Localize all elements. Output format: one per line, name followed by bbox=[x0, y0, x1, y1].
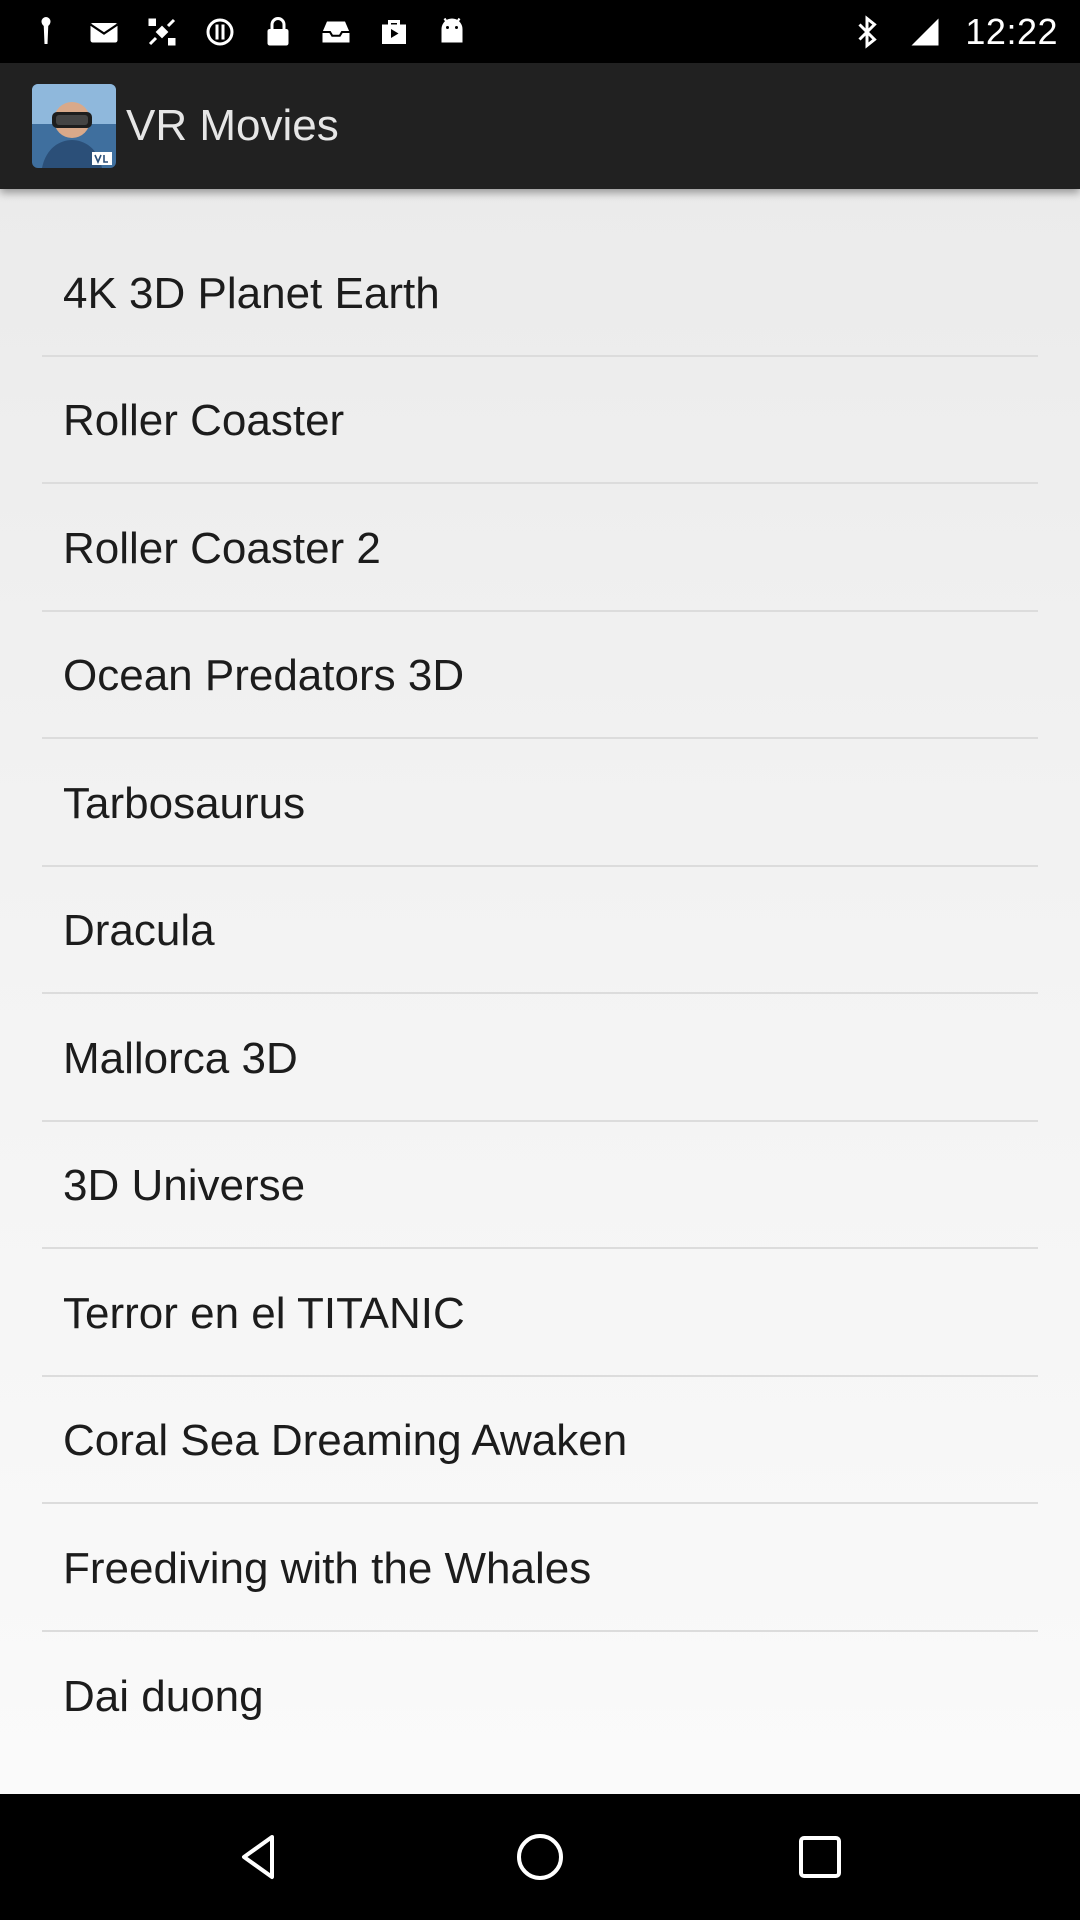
movie-title: Dracula bbox=[63, 906, 215, 956]
list-item[interactable]: Dai duong bbox=[42, 1632, 1038, 1760]
list-item[interactable]: Roller Coaster 2 bbox=[42, 484, 1038, 612]
list-item[interactable]: 3D Universe bbox=[42, 1122, 1038, 1249]
status-right-icons: 12:22 bbox=[849, 11, 1058, 53]
back-icon[interactable] bbox=[220, 1817, 300, 1897]
fake-gps-icon bbox=[144, 14, 180, 50]
inbox-icon bbox=[318, 14, 354, 50]
movie-title: Roller Coaster bbox=[63, 396, 345, 446]
movie-title: Tarbosaurus bbox=[63, 778, 306, 828]
list-item[interactable]: 4K 3D Planet Earth bbox=[42, 229, 1038, 357]
home-icon[interactable] bbox=[500, 1817, 580, 1897]
app-bar: VR Movies bbox=[0, 63, 1080, 189]
list-item[interactable]: Tarbosaurus bbox=[42, 739, 1038, 867]
lock-icon bbox=[260, 14, 296, 50]
signal-icon bbox=[907, 14, 943, 50]
movie-title: 3D Universe bbox=[63, 1161, 306, 1211]
movie-title: Coral Sea Dreaming Awaken bbox=[63, 1416, 628, 1466]
vr-headset-logo bbox=[32, 84, 116, 168]
movie-title: Freediving with the Whales bbox=[63, 1543, 592, 1593]
movie-list-container[interactable]: 4K 3D Planet Earth Roller Coaster Roller… bbox=[0, 189, 1080, 1794]
movie-title: Terror en el TITANIC bbox=[63, 1288, 465, 1338]
status-clock: 12:22 bbox=[965, 10, 1058, 52]
recents-icon[interactable] bbox=[780, 1817, 860, 1897]
sync-icon bbox=[202, 14, 238, 50]
app-title: VR Movies bbox=[126, 101, 339, 150]
navigation-bar bbox=[0, 1794, 1080, 1920]
android-icon bbox=[434, 14, 470, 50]
movie-title: 4K 3D Planet Earth bbox=[63, 268, 440, 318]
movie-title: Roller Coaster 2 bbox=[63, 523, 381, 573]
list-item[interactable]: Roller Coaster bbox=[42, 357, 1038, 484]
movie-title: Ocean Predators 3D bbox=[63, 651, 465, 701]
notification-icon bbox=[28, 14, 64, 50]
list-item[interactable]: Terror en el TITANIC bbox=[42, 1249, 1038, 1377]
list-item[interactable]: Ocean Predators 3D bbox=[42, 612, 1038, 739]
movie-list: 4K 3D Planet Earth Roller Coaster Roller… bbox=[42, 229, 1038, 1759]
bluetooth-icon bbox=[849, 14, 885, 50]
list-item[interactable]: Mallorca 3D bbox=[42, 994, 1038, 1122]
list-item[interactable]: Dracula bbox=[42, 867, 1038, 994]
mail-icon bbox=[86, 14, 122, 50]
list-item[interactable]: Freediving with the Whales bbox=[42, 1504, 1038, 1632]
list-item[interactable]: Coral Sea Dreaming Awaken bbox=[42, 1377, 1038, 1504]
play-store-icon bbox=[376, 14, 412, 50]
status-bar: 12:22 bbox=[0, 0, 1080, 63]
status-left-icons bbox=[28, 14, 470, 50]
movie-title: Mallorca 3D bbox=[63, 1033, 298, 1083]
movie-title: Dai duong bbox=[63, 1672, 264, 1722]
